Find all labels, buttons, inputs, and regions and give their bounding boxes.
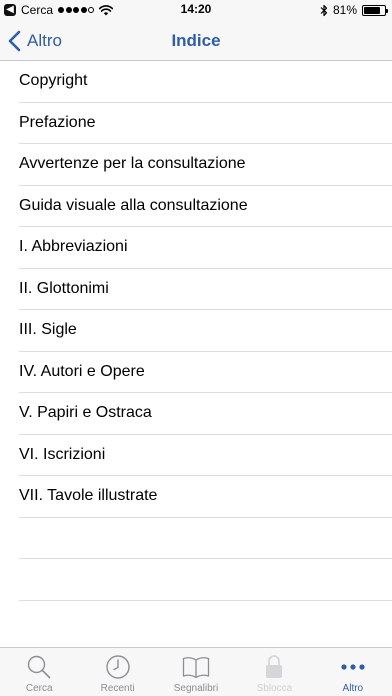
back-button-label: Altro (27, 30, 62, 50)
tab-label: Recenti (100, 683, 135, 694)
clock-icon (104, 653, 132, 681)
list-item-glottonimi[interactable]: II. Glottonimi (19, 269, 392, 310)
navigation-bar: Altro Indice (0, 20, 392, 61)
tab-cerca[interactable]: Cerca (0, 648, 78, 696)
list-item-abbreviazioni[interactable]: I. Abbreviazioni (19, 227, 392, 269)
list-item-autori-opere[interactable]: IV. Autori e Opere (19, 352, 392, 393)
magnifier-icon (25, 653, 53, 681)
status-bar: ◀ Cerca 14:20 81% (0, 0, 392, 20)
list-item-guida-visuale[interactable]: Guida visuale alla consultazione (19, 186, 392, 227)
list-item-sigle[interactable]: III. Sigle (19, 310, 392, 352)
bluetooth-icon (320, 4, 328, 16)
list-item-iscrizioni[interactable]: VI. Iscrizioni (19, 435, 392, 476)
status-right: 81% (320, 3, 388, 17)
empty-row (19, 518, 392, 559)
tab-label: Altro (342, 683, 364, 694)
list-item-tavole-illustrate[interactable]: VII. Tavole illustrate (19, 476, 392, 518)
tab-sblocca[interactable]: Sblocca (235, 648, 313, 696)
list-item-prefazione[interactable]: Prefazione (19, 103, 392, 144)
tab-segnalibri[interactable]: Segnalibri (157, 648, 235, 696)
chevron-left-icon (8, 30, 21, 51)
back-button[interactable]: Altro (8, 20, 62, 61)
tab-bar: Cerca Recenti Segnalibri Sblocca Altro (0, 647, 392, 696)
battery-fill (364, 6, 381, 14)
tab-label: Cerca (25, 683, 53, 694)
tab-recenti[interactable]: Recenti (78, 648, 156, 696)
list-item-papiri-ostraca[interactable]: V. Papiri e Ostraca (19, 393, 392, 435)
tab-altro[interactable]: Altro (314, 648, 392, 696)
tab-label: Sblocca (256, 683, 293, 694)
list-item-avvertenze[interactable]: Avvertenze per la consultazione (19, 144, 392, 186)
lock-icon (260, 653, 288, 681)
more-dots-icon (339, 653, 367, 681)
list-item-copyright[interactable]: Copyright (19, 61, 392, 103)
battery-percentage: 81% (332, 3, 357, 17)
book-icon (182, 653, 210, 681)
tab-label: Segnalibri (173, 683, 219, 694)
battery-icon (362, 4, 388, 16)
index-list: Copyright Prefazione Avvertenze per la c… (0, 61, 392, 601)
empty-row (19, 559, 392, 601)
